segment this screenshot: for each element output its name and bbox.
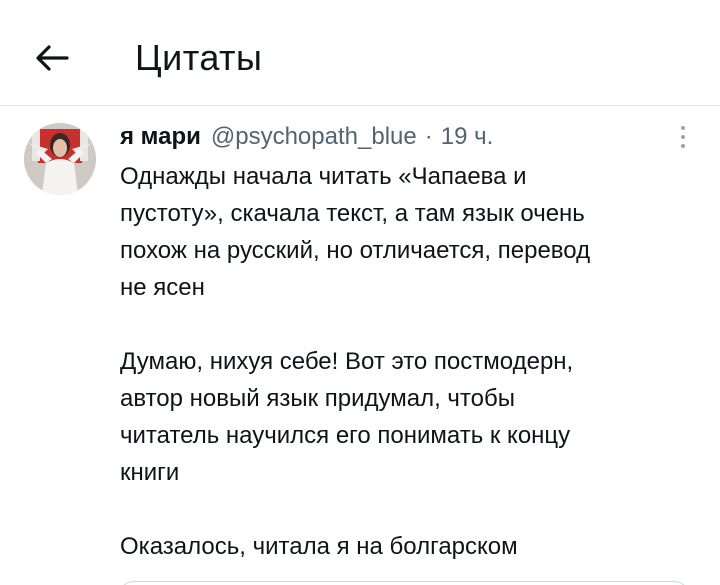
arrow-left-icon	[36, 45, 69, 71]
tweet-text-line: пустоту», скачала текст, а там язык очен…	[120, 200, 585, 227]
more-vertical-icon	[681, 126, 685, 148]
author-display-name[interactable]: я мари	[120, 123, 201, 151]
tweet-text-line: читатель научился его понимать к концу	[120, 422, 571, 449]
page-title: Цитаты	[135, 37, 263, 78]
tweet-text-line: книги	[120, 459, 180, 486]
avatar[interactable]	[24, 123, 96, 195]
avatar-photo	[24, 123, 96, 195]
top-app-bar: Цитаты	[0, 0, 720, 106]
author-handle[interactable]: @psychopath_blue	[211, 123, 417, 151]
tweet-text-line: автор новый язык придумал, чтобы	[120, 385, 515, 412]
tweet-text-line: Однажды начала читать «Чапаева и	[120, 163, 527, 190]
tweet[interactable]: я мари @psychopath_blue · 19 ч. Однажды …	[0, 106, 720, 585]
tweet-header: я мари @psychopath_blue · 19 ч.	[120, 120, 493, 154]
tweet-text-line: Думаю, нихуя себе! Вот это постмодерн,	[120, 348, 574, 375]
tweet-text-line: не ясен	[120, 274, 205, 301]
more-options-button[interactable]	[672, 120, 694, 154]
quoted-tweet-card[interactable]	[118, 581, 690, 585]
back-button[interactable]	[30, 36, 74, 80]
tweet-text-line: Оказалось, читала я на болгарском	[120, 533, 518, 560]
tweet-text: Однажды начала читать «Чапаева и пустоту…	[120, 158, 700, 565]
tweet-text-line: похож на русский, но отличается, перевод	[120, 237, 591, 264]
quotes-screen: Цитаты я мари @psychopath_blue · 19 ч. О…	[0, 0, 720, 585]
tweet-timestamp[interactable]: 19 ч.	[441, 123, 494, 151]
meta-separator: ·	[424, 123, 433, 150]
